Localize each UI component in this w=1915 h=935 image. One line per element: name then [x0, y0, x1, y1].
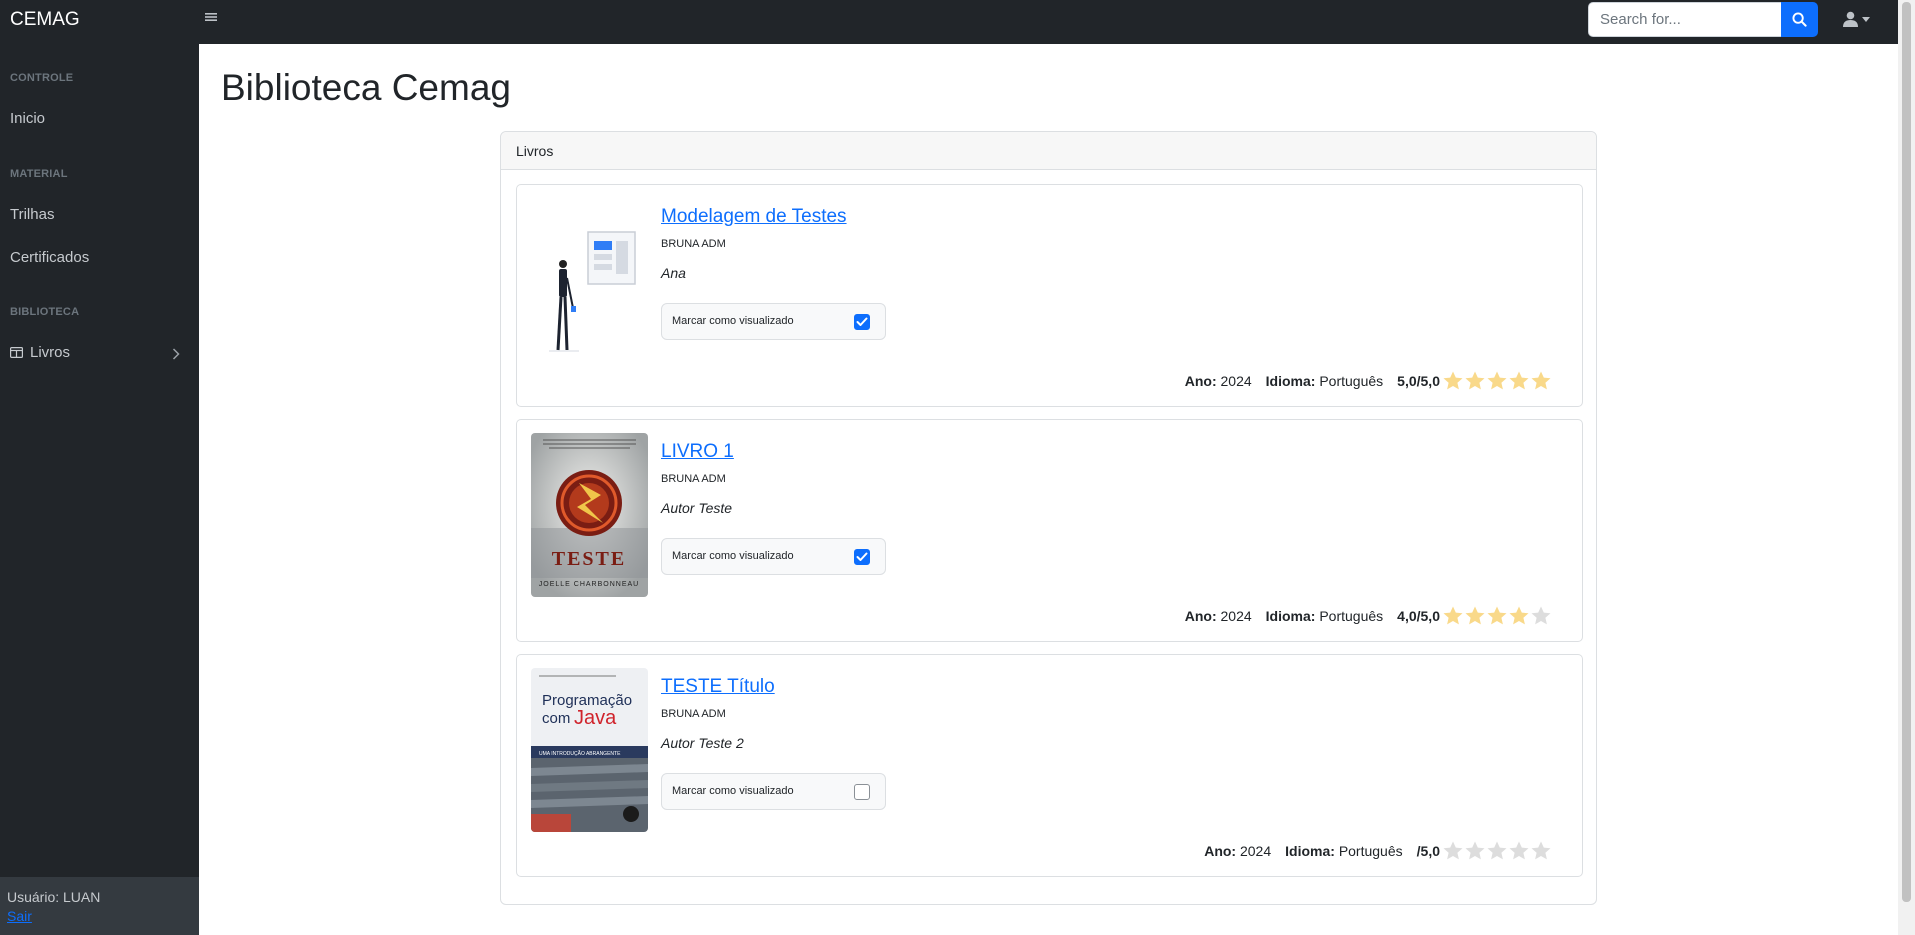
language-label: Idioma: [1265, 373, 1316, 389]
star-rating[interactable] [1442, 370, 1552, 392]
cover-title-text: TESTE [552, 548, 626, 570]
sidebar-item-livros[interactable]: Livros [10, 344, 70, 361]
year-label: Ano: [1184, 373, 1217, 389]
sidebar: CONTROLE Inicio MATERIAL Trilhas Certifi… [0, 44, 199, 935]
book-owner: BRUNA ADM [661, 473, 726, 485]
rating-text: /5,0 [1416, 843, 1440, 859]
book-item: Programação com Java UMA INTRODUÇÃO ABRA… [516, 654, 1583, 877]
star-empty-icon[interactable] [1530, 605, 1552, 627]
book-title-link[interactable]: TESTE Título [661, 676, 775, 698]
language-label: Idioma: [1265, 608, 1316, 624]
year-label: Ano: [1184, 608, 1217, 624]
sidebar-item-label: Livros [30, 344, 71, 361]
search-form [1588, 2, 1818, 37]
year-value: 2024 [1220, 373, 1252, 389]
check-icon [856, 317, 868, 326]
star-filled-icon[interactable] [1442, 370, 1464, 392]
mark-viewed-label: Marcar como visualizado [672, 550, 794, 562]
rating-text: 5,0/5,0 [1397, 373, 1440, 389]
book-meta: Ano: 2024 Idioma: Português /5,0 [1204, 840, 1552, 862]
star-filled-icon[interactable] [1464, 370, 1486, 392]
card-header: Livros [501, 132, 1596, 170]
book-meta: Ano: 2024 Idioma: Português 5,0/5,0 [1185, 370, 1552, 392]
star-rating[interactable] [1442, 840, 1552, 862]
book-cover-image[interactable]: Programação com Java UMA INTRODUÇÃO ABRA… [531, 668, 648, 832]
check-icon [856, 552, 868, 561]
sidebar-item-certificados[interactable]: Certificados [10, 249, 89, 266]
search-icon [1792, 12, 1807, 27]
language-value: Português [1319, 608, 1384, 624]
book-item: Modelagem de Testes BRUNA ADM Ana Marcar… [516, 184, 1583, 407]
mark-viewed-label: Marcar como visualizado [672, 785, 794, 797]
book-title-link[interactable]: Modelagem de Testes [661, 206, 847, 228]
current-user-label: Usuário: LUAN [7, 889, 101, 905]
language-value: Português [1338, 843, 1403, 859]
sidebar-toggle-icon[interactable] [205, 11, 219, 25]
star-filled-icon[interactable] [1442, 605, 1464, 627]
cover-author-text: JOELLE CHARBONNEAU [539, 581, 639, 588]
cover-line3-text: Java [574, 707, 617, 729]
sidebar-item-inicio[interactable]: Inicio [10, 110, 45, 127]
scrollbar-thumb[interactable] [1902, 2, 1911, 902]
page-scrollbar[interactable] [1898, 0, 1915, 935]
book-author: Autor Teste [661, 500, 733, 516]
columns-icon [10, 347, 23, 358]
books-card: Livros Modelagem de Testes BRUNA ADM Ana [500, 131, 1597, 905]
book-author: Autor Teste 2 [661, 735, 744, 751]
star-filled-icon[interactable] [1508, 605, 1530, 627]
search-input[interactable] [1588, 2, 1781, 37]
mark-viewed-box: Marcar como visualizado [661, 773, 886, 810]
star-filled-icon[interactable] [1464, 605, 1486, 627]
star-filled-icon[interactable] [1486, 605, 1508, 627]
book-owner: BRUNA ADM [661, 708, 726, 720]
sidebar-item-label: Inicio [10, 110, 46, 127]
book-author: Ana [661, 265, 686, 281]
caret-down-icon [1862, 16, 1870, 22]
language-label: Idioma: [1285, 843, 1335, 859]
user-dropdown[interactable] [1843, 11, 1870, 27]
rating-text: 4,0/5,0 [1397, 608, 1440, 624]
mark-viewed-checkbox[interactable] [854, 549, 870, 565]
logout-link[interactable]: Sair [7, 908, 192, 924]
mark-viewed-checkbox[interactable] [854, 314, 870, 330]
year-value: 2024 [1220, 608, 1252, 624]
search-button[interactable] [1781, 2, 1818, 37]
user-icon [1843, 11, 1858, 27]
cover-line2-text: com [542, 710, 570, 727]
book-cover-image[interactable] [531, 198, 648, 362]
star-empty-icon[interactable] [1464, 840, 1486, 862]
cover-band-text: UMA INTRODUÇÃO ABRANGENTE [539, 750, 621, 757]
book-meta: Ano: 2024 Idioma: Português 4,0/5,0 [1185, 605, 1552, 627]
language-value: Português [1319, 373, 1384, 389]
sidebar-heading-controle: CONTROLE [10, 72, 74, 84]
top-navbar: CEMAG [0, 0, 1898, 44]
star-filled-icon[interactable] [1508, 370, 1530, 392]
mark-viewed-box: Marcar como visualizado [661, 303, 886, 340]
sidebar-item-trilhas[interactable]: Trilhas [10, 206, 54, 223]
star-filled-icon[interactable] [1530, 370, 1552, 392]
chevron-right-icon[interactable] [172, 347, 180, 365]
sidebar-item-label: Trilhas [10, 206, 55, 223]
page-title: Biblioteca Cemag [221, 67, 511, 108]
sidebar-heading-biblioteca: BIBLIOTECA [10, 306, 80, 318]
star-empty-icon[interactable] [1530, 840, 1552, 862]
year-value: 2024 [1239, 843, 1272, 859]
mark-viewed-label: Marcar como visualizado [672, 315, 794, 327]
book-item: TESTE JOELLE CHARBONNEAU LIVRO 1 BRUNA A… [516, 419, 1583, 642]
year-label: Ano: [1204, 843, 1237, 859]
sidebar-item-label: Certificados [10, 249, 90, 266]
star-empty-icon[interactable] [1508, 840, 1530, 862]
star-filled-icon[interactable] [1486, 370, 1508, 392]
brand-logo[interactable]: CEMAG [10, 9, 80, 31]
sidebar-heading-material: MATERIAL [10, 168, 68, 180]
sidebar-footer: Usuário: LUAN Sair [0, 877, 199, 935]
star-rating[interactable] [1442, 605, 1552, 627]
mark-viewed-checkbox[interactable] [854, 784, 870, 800]
book-cover-image[interactable]: TESTE JOELLE CHARBONNEAU [531, 433, 648, 597]
mark-viewed-box: Marcar como visualizado [661, 538, 886, 575]
star-empty-icon[interactable] [1442, 840, 1464, 862]
book-owner: BRUNA ADM [661, 238, 726, 250]
book-title-link[interactable]: LIVRO 1 [661, 441, 734, 463]
star-empty-icon[interactable] [1486, 840, 1508, 862]
